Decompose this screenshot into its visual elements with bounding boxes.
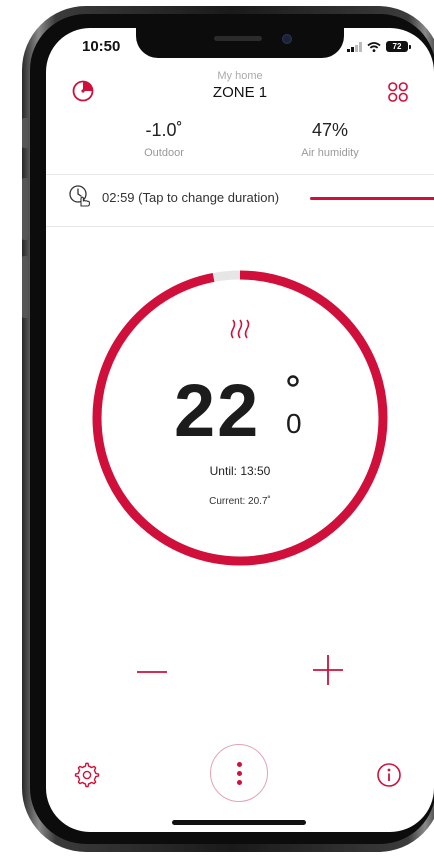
timer-progress-line: [310, 197, 434, 200]
outdoor-label: Outdoor: [144, 147, 184, 159]
current-temperature: Current: 20.7˚: [209, 496, 271, 507]
plus-icon[interactable]: [310, 652, 346, 688]
wifi-icon: [367, 41, 381, 52]
status-icons: 72: [347, 41, 411, 52]
outdoor-temperature: -1.0˚: [145, 120, 183, 140]
silent-switch: [22, 118, 28, 148]
setpoint-decimal: 0: [286, 408, 302, 439]
speaker: [214, 36, 262, 41]
heat-icon: [230, 319, 250, 339]
humidity-label: Air humidity: [301, 147, 359, 159]
app-screen: 10:50 72 My home ZONE 1 -1.0˚ Outdoor 47…: [46, 28, 434, 832]
home-indicator: [172, 820, 306, 825]
volume-down-button: [22, 256, 28, 318]
minus-icon[interactable]: [134, 654, 170, 690]
more-menu-button[interactable]: [210, 744, 268, 802]
notch: [136, 28, 344, 58]
info-icon[interactable]: [376, 762, 402, 788]
status-time: 10:50: [82, 38, 121, 55]
timer-duration-text[interactable]: 02:59 (Tap to change duration): [102, 190, 279, 205]
gear-icon[interactable]: [74, 762, 100, 788]
home-name: My home: [217, 70, 263, 82]
degree-icon: [287, 375, 299, 387]
humidity-value: 47%: [311, 120, 349, 140]
setpoint-temperature: 22: [174, 369, 261, 452]
zones-grid-icon[interactable]: [388, 82, 408, 102]
volume-up-button: [22, 178, 28, 240]
clock-hand-icon: [69, 185, 90, 207]
zone-title: ZONE 1: [212, 84, 268, 101]
more-vertical-icon: [236, 761, 242, 767]
timer-duration-row[interactable]: 02:59 (Tap to change duration): [46, 174, 434, 226]
front-camera: [282, 34, 292, 44]
battery-icon: 72: [386, 41, 411, 52]
outdoor-stat: -1.0˚ Outdoor: [104, 120, 224, 159]
signal-icon: [347, 41, 362, 52]
until-time: Until: 13:50: [209, 464, 271, 478]
humidity-stat: 47% Air humidity: [270, 120, 390, 159]
divider-bottom: [46, 226, 434, 227]
